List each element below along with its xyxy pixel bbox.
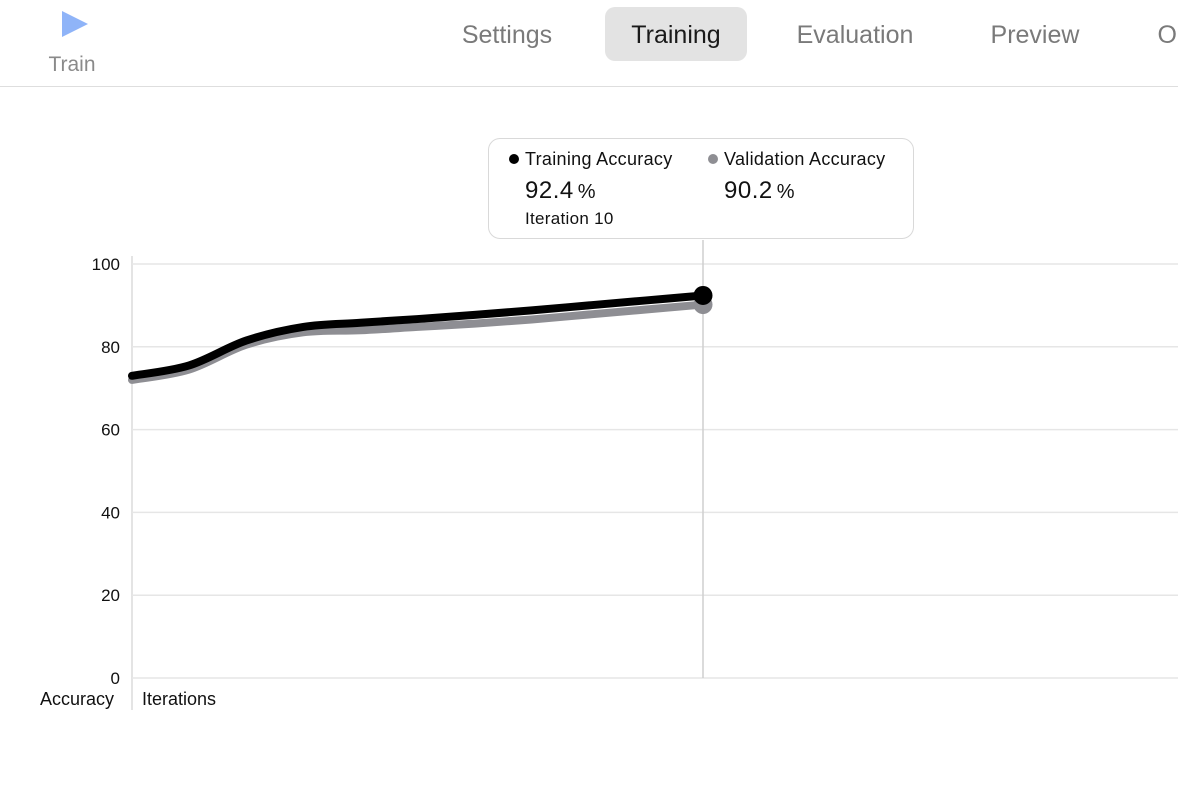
- training-legend-dot: [509, 154, 519, 164]
- validation-legend-dot: [708, 154, 718, 164]
- training-series-name: Training Accuracy: [525, 149, 673, 169]
- chart-tooltip: Training Accuracy 92.4% Iteration 10 Val…: [488, 138, 914, 239]
- training-value: 92.4%: [525, 177, 597, 204]
- validation-value: 90.2%: [724, 177, 796, 204]
- x-axis-title: Iterations: [142, 689, 217, 709]
- training-accuracy-point: [693, 285, 713, 305]
- y-axis-title: Accuracy: [40, 689, 115, 709]
- training-accuracy-line: [128, 291, 707, 380]
- iteration-label: Iteration 10: [525, 209, 614, 228]
- y-tick-label: 40: [101, 503, 120, 522]
- accuracy-chart: 0 20 40 60 80 100: [92, 240, 1178, 710]
- y-tick-label: 100: [92, 255, 120, 274]
- validation-series-name: Validation Accuracy: [724, 149, 886, 169]
- y-tick-label: 0: [111, 669, 120, 688]
- y-tick-label: 20: [101, 586, 120, 605]
- y-tick-label: 80: [101, 338, 120, 357]
- y-tick-label: 60: [101, 421, 120, 440]
